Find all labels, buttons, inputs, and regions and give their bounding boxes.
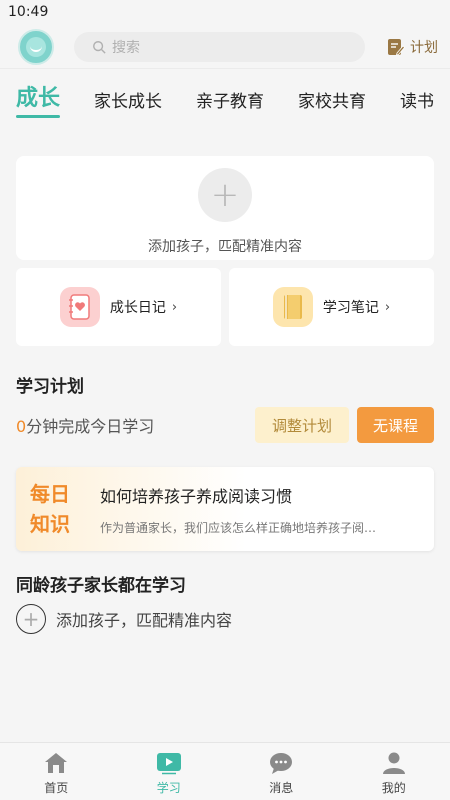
- nav-profile[interactable]: 我的: [338, 743, 450, 800]
- daily-badge-line2: 知识: [30, 512, 70, 536]
- plan-label: 计划: [410, 40, 438, 56]
- daily-knowledge-badge: 每日 知识: [16, 479, 86, 539]
- home-icon: [45, 753, 68, 773]
- daily-knowledge-content: 如何培养孩子养成阅读习惯 作为普通家长，我们应该怎么样正确地培养孩子阅…: [100, 483, 410, 536]
- top-bar: 搜索 计划: [0, 26, 450, 68]
- nav-home[interactable]: 首页: [0, 743, 113, 800]
- avatar[interactable]: [18, 29, 54, 65]
- tab-parent-growth[interactable]: 家长成长: [94, 87, 162, 112]
- plan-edit-icon: [388, 39, 405, 56]
- tab-growth[interactable]: 成长: [16, 80, 61, 118]
- nav-study-label: 学习: [156, 781, 181, 795]
- tab-parenting[interactable]: 亲子教育: [196, 87, 264, 112]
- chevron-right-icon: ›: [171, 299, 178, 315]
- chevron-right-icon: ›: [384, 299, 391, 315]
- study-plan-progress: 0分钟完成今日学习: [16, 413, 154, 437]
- daily-badge-line1: 每日: [30, 482, 70, 506]
- status-bar: 10:49: [0, 0, 450, 26]
- quick-links: 成长日记 › 学习笔记 ›: [16, 268, 434, 346]
- daily-knowledge-title: 如何培养孩子养成阅读习惯: [100, 486, 293, 506]
- bottom-nav: 首页 学习 消息 我的: [0, 742, 450, 800]
- peers-add-label: 添加孩子，匹配精准内容: [56, 611, 233, 630]
- growth-diary-card[interactable]: 成长日记 ›: [16, 268, 221, 346]
- plan-button[interactable]: 计划: [387, 37, 438, 57]
- chat-icon: [270, 753, 293, 774]
- add-child-label: 添加孩子，匹配精准内容: [148, 239, 302, 255]
- nav-home-label: 首页: [44, 781, 69, 795]
- growth-diary-label: 成长日记: [109, 300, 166, 316]
- notebook-icon: [272, 287, 313, 327]
- no-course-button[interactable]: 无课程: [357, 407, 434, 443]
- diary-heart-icon: [59, 287, 100, 327]
- study-plan-title: 学习计划: [16, 377, 84, 397]
- plan-actions: 调整计划 无课程: [255, 407, 434, 443]
- add-child-card[interactable]: + 添加孩子，匹配精准内容: [16, 156, 434, 260]
- peers-add-child[interactable]: + 添加孩子，匹配精准内容: [16, 604, 434, 634]
- nav-messages-label: 消息: [269, 781, 294, 795]
- study-plan-row: 0分钟完成今日学习 调整计划 无课程: [16, 407, 434, 443]
- study-notes-label: 学习笔记: [322, 300, 379, 316]
- peers-title: 同龄孩子家长都在学习: [16, 576, 186, 596]
- study-notes-card[interactable]: 学习笔记 ›: [229, 268, 434, 346]
- nav-study[interactable]: 学习: [113, 743, 226, 800]
- nav-profile-label: 我的: [381, 781, 406, 795]
- status-time: 10:49: [8, 4, 49, 20]
- user-icon: [382, 752, 405, 774]
- plus-icon: +: [198, 168, 252, 222]
- tab-reading[interactable]: 读书: [400, 87, 434, 112]
- study-minutes: 0: [16, 417, 27, 436]
- study-progress-text: 分钟完成今日学习: [26, 417, 155, 436]
- plus-circle-icon: +: [16, 604, 46, 634]
- nav-messages[interactable]: 消息: [225, 743, 338, 800]
- search-input[interactable]: 搜索: [74, 32, 365, 62]
- tab-home-school[interactable]: 家校共育: [298, 87, 366, 112]
- play-icon: [156, 753, 181, 775]
- daily-knowledge-desc: 作为普通家长，我们应该怎么样正确地培养孩子阅…: [100, 520, 377, 535]
- category-tabs: 成长 家长成长 亲子教育 家校共育 读书: [0, 68, 450, 122]
- search-icon: [93, 41, 106, 54]
- daily-knowledge-card[interactable]: 每日 知识 如何培养孩子养成阅读习惯 作为普通家长，我们应该怎么样正确地培养孩子…: [16, 467, 434, 551]
- adjust-plan-button[interactable]: 调整计划: [255, 407, 349, 443]
- search-placeholder: 搜索: [112, 40, 140, 56]
